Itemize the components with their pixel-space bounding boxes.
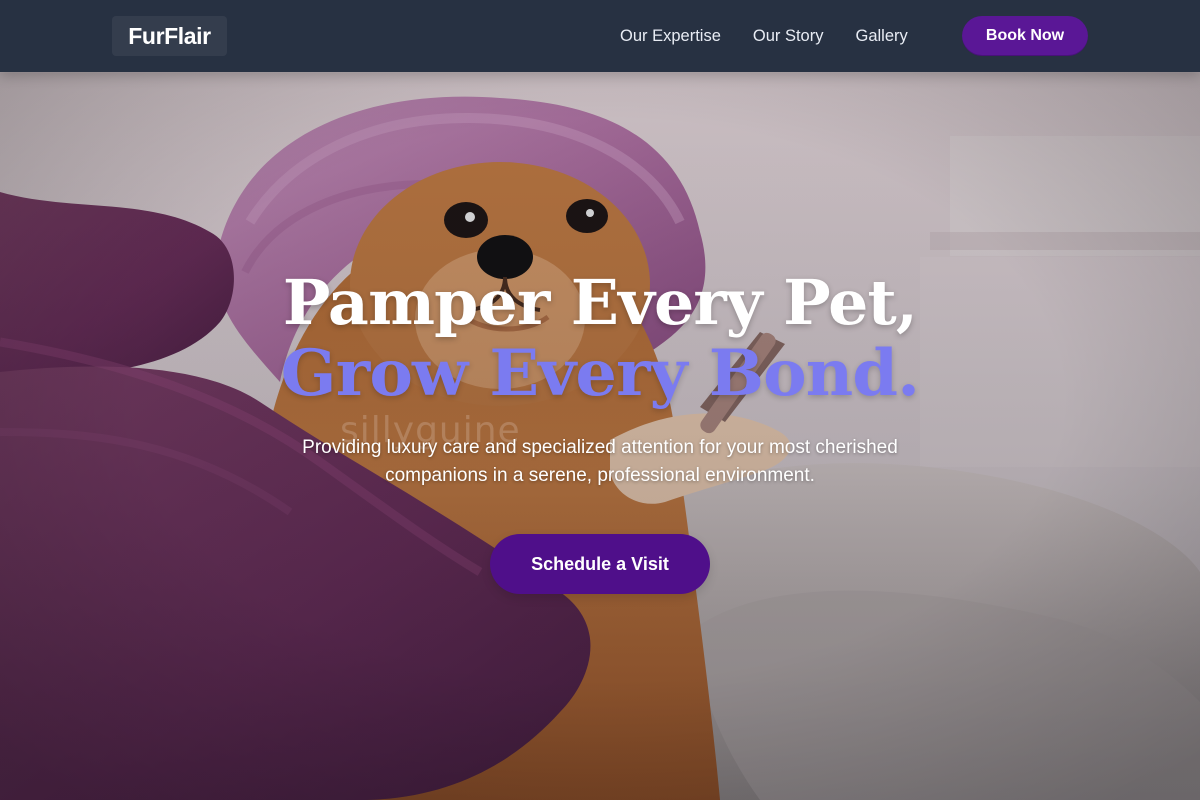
site-header: FurFlair Our Expertise Our Story Gallery… xyxy=(0,0,1200,72)
hero-section: Pamper Every Pet, Grow Every Bond. Provi… xyxy=(0,72,1200,800)
schedule-visit-button[interactable]: Schedule a Visit xyxy=(490,534,710,594)
nav-link-gallery[interactable]: Gallery xyxy=(855,28,907,45)
hero-headline-line-2: Grow Every Bond. xyxy=(280,336,920,411)
brand-logo[interactable]: FurFlair xyxy=(112,16,227,56)
main-navigation: Our Expertise Our Story Gallery xyxy=(620,0,908,72)
landing-page: FurFlair Our Expertise Our Story Gallery… xyxy=(0,0,1200,800)
nav-link-our-story[interactable]: Our Story xyxy=(753,28,824,45)
nav-link-our-expertise[interactable]: Our Expertise xyxy=(620,28,721,45)
book-now-button[interactable]: Book Now xyxy=(962,16,1088,56)
hero-headline-line-1: Pamper Every Pet, xyxy=(282,266,918,339)
hero-content: Pamper Every Pet, Grow Every Bond. Provi… xyxy=(240,272,960,490)
hero-subtitle: Providing luxury care and specialized at… xyxy=(302,437,898,486)
